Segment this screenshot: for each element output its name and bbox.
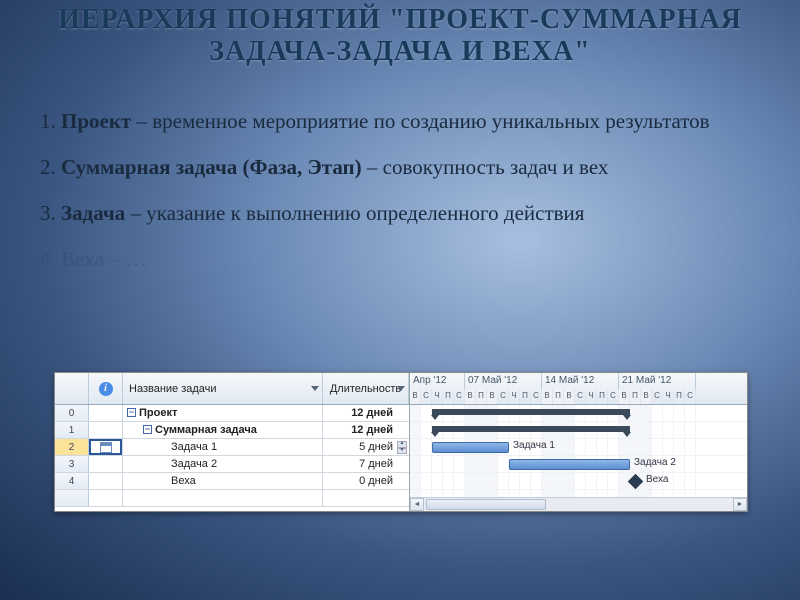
chevron-down-icon bbox=[397, 386, 405, 391]
day-header: В bbox=[619, 389, 630, 405]
gantt-row: Веха bbox=[410, 473, 747, 490]
table-row[interactable]: 0 −Проект12 дней bbox=[55, 405, 409, 422]
row-number[interactable]: 4 bbox=[55, 473, 89, 489]
gantt-body: Задача 1 Задача 2 Веха ◄ ► bbox=[410, 405, 747, 511]
day-header: С bbox=[652, 389, 663, 405]
gantt-row bbox=[410, 405, 747, 422]
day-header: В bbox=[641, 389, 652, 405]
task-name-cell[interactable]: −Проект bbox=[123, 405, 323, 421]
day-header: Ч bbox=[586, 389, 597, 405]
info-icon: i bbox=[99, 382, 113, 396]
day-header: П bbox=[630, 389, 641, 405]
summary-bar[interactable] bbox=[432, 409, 630, 415]
column-info[interactable]: i bbox=[89, 373, 123, 404]
collapse-icon[interactable]: − bbox=[127, 408, 136, 417]
day-header: П bbox=[674, 389, 685, 405]
info-cell[interactable] bbox=[89, 439, 123, 455]
day-header: С bbox=[421, 389, 432, 405]
task-name-cell[interactable]: Задача 2 bbox=[123, 456, 323, 472]
week-header: 14 Май '12 bbox=[542, 373, 619, 389]
week-header: 21 Май '12 bbox=[619, 373, 696, 389]
task-bar[interactable] bbox=[432, 442, 509, 453]
week-header: Апр '12 bbox=[410, 373, 465, 389]
row-number[interactable]: 2 bbox=[55, 439, 89, 455]
spinner[interactable]: ▲▼ bbox=[397, 441, 407, 454]
grid-body: 0 −Проект12 дней 1 −Суммарная задача12 дней… bbox=[55, 405, 409, 511]
duration-cell[interactable]: 7 дней bbox=[323, 456, 409, 472]
definition-item: 4. Веха – … bbox=[40, 238, 760, 280]
gantt-row: Задача 2 bbox=[410, 456, 747, 473]
row-number[interactable]: 1 bbox=[55, 422, 89, 438]
day-header: П bbox=[443, 389, 454, 405]
day-header: В bbox=[487, 389, 498, 405]
gantt-row: Задача 1 bbox=[410, 439, 747, 456]
scroll-track[interactable] bbox=[424, 498, 733, 511]
gantt-row bbox=[410, 422, 747, 439]
definition-item: 3. Задача – указание к выполнению опреде… bbox=[40, 192, 760, 234]
collapse-icon[interactable]: − bbox=[143, 425, 152, 434]
day-header: В bbox=[410, 389, 421, 405]
task-name-cell[interactable]: Веха bbox=[123, 473, 323, 489]
grid-header: i Название задачи Длительность bbox=[55, 373, 409, 405]
horizontal-scrollbar[interactable]: ◄ ► bbox=[410, 497, 747, 511]
week-header: 07 Май '12 bbox=[465, 373, 542, 389]
info-cell[interactable] bbox=[89, 473, 123, 489]
summary-bar[interactable] bbox=[432, 426, 630, 432]
day-header: В bbox=[542, 389, 553, 405]
day-header: П bbox=[476, 389, 487, 405]
day-header: Ч bbox=[432, 389, 443, 405]
day-header: С bbox=[575, 389, 586, 405]
day-header: В bbox=[564, 389, 575, 405]
table-row[interactable]: 2 Задача 15 дней▲▼ bbox=[55, 439, 409, 456]
task-grid: i Название задачи Длительность 0−Проект1… bbox=[55, 373, 410, 511]
chevron-down-icon bbox=[311, 386, 319, 391]
day-header: С bbox=[685, 389, 696, 405]
column-task-name[interactable]: Название задачи bbox=[123, 373, 323, 404]
day-header: Ч bbox=[663, 389, 674, 405]
task-name-cell[interactable]: Задача 1 bbox=[123, 439, 323, 455]
day-header: С bbox=[454, 389, 465, 405]
gantt-timescale: Апр '1207 Май '1214 Май '1221 Май '12 ВС… bbox=[410, 373, 747, 405]
info-cell[interactable] bbox=[89, 405, 123, 421]
day-header: П bbox=[553, 389, 564, 405]
scroll-left-button[interactable]: ◄ bbox=[410, 498, 424, 511]
bar-label: Веха bbox=[646, 474, 668, 485]
table-row[interactable]: 1 −Суммарная задача12 дней bbox=[55, 422, 409, 439]
definitions-list: 1. Проект – временное мероприятие по соз… bbox=[40, 100, 760, 280]
task-bar[interactable] bbox=[509, 459, 630, 470]
bar-label: Задача 1 bbox=[513, 440, 555, 451]
day-header: С bbox=[608, 389, 619, 405]
row-number[interactable]: 0 bbox=[55, 405, 89, 421]
scroll-thumb[interactable] bbox=[426, 499, 546, 510]
day-header: В bbox=[465, 389, 476, 405]
duration-cell[interactable]: 5 дней▲▼ bbox=[323, 439, 409, 455]
column-duration[interactable]: Длительность bbox=[323, 373, 409, 404]
gantt-chart: Апр '1207 Май '1214 Май '1221 Май '12 ВС… bbox=[410, 373, 747, 511]
day-header: П bbox=[597, 389, 608, 405]
day-header: С bbox=[498, 389, 509, 405]
info-cell[interactable] bbox=[89, 456, 123, 472]
slide-title: ИЕРАРХИЯ ПОНЯТИЙ "ПРОЕКТ-СУММАРНАЯ ЗАДАЧ… bbox=[40, 0, 760, 68]
table-row[interactable]: 4 Веха0 дней bbox=[55, 473, 409, 490]
day-header: Ч bbox=[509, 389, 520, 405]
table-row[interactable]: 3 Задача 27 дней bbox=[55, 456, 409, 473]
info-cell[interactable] bbox=[89, 422, 123, 438]
milestone-diamond[interactable] bbox=[628, 474, 644, 490]
slide: ИЕРАРХИЯ ПОНЯТИЙ "ПРОЕКТ-СУММАРНАЯ ЗАДАЧ… bbox=[0, 0, 800, 600]
day-header: П bbox=[520, 389, 531, 405]
definition-item: 2. Суммарная задача (Фаза, Этап) – совок… bbox=[40, 146, 760, 188]
calendar-icon bbox=[100, 442, 112, 453]
day-header: С bbox=[531, 389, 542, 405]
duration-cell[interactable]: 12 дней bbox=[323, 405, 409, 421]
duration-cell[interactable]: 12 дней bbox=[323, 422, 409, 438]
row-number[interactable]: 3 bbox=[55, 456, 89, 472]
definition-item: 1. Проект – временное мероприятие по соз… bbox=[40, 100, 760, 142]
rowheader-blank[interactable] bbox=[55, 373, 89, 404]
table-row[interactable] bbox=[55, 490, 409, 507]
msproject-screenshot: i Название задачи Длительность 0−Проект1… bbox=[54, 372, 748, 512]
duration-cell[interactable]: 0 дней bbox=[323, 473, 409, 489]
task-name-cell[interactable]: −Суммарная задача bbox=[123, 422, 323, 438]
bar-label: Задача 2 bbox=[634, 457, 676, 468]
scroll-right-button[interactable]: ► bbox=[733, 498, 747, 511]
